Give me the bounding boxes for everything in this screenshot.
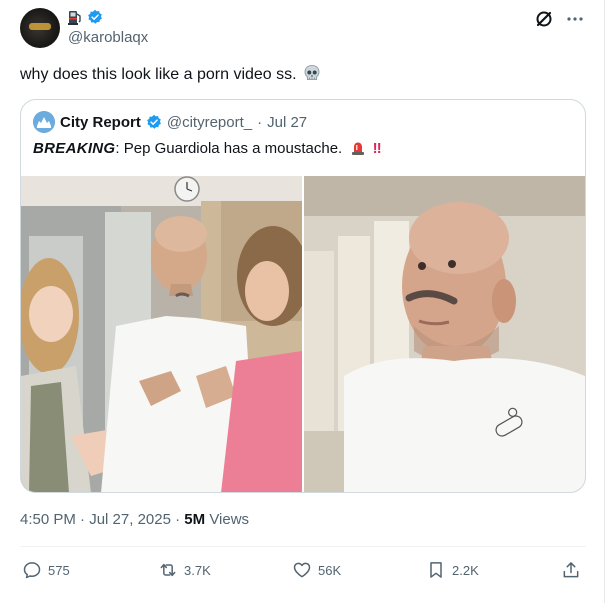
bookmark-button[interactable]: 2.2K [426, 560, 479, 580]
tweet-date[interactable]: Jul 27, 2025 [89, 511, 171, 528]
skull-icon [304, 65, 320, 80]
author-avatar[interactable] [20, 8, 60, 48]
heart-icon [293, 562, 311, 578]
more-icon[interactable] [566, 10, 584, 28]
bookmark-icon [430, 562, 442, 578]
header-actions [534, 9, 584, 29]
verified-badge-icon [146, 114, 161, 129]
repost-icon [160, 563, 176, 577]
quoted-tweet[interactable]: City Report @cityreport_ · Jul 27 BREAKI… [20, 99, 586, 493]
meta-separator: · [175, 511, 181, 528]
reply-icon [23, 562, 41, 579]
tweet-meta: 4:50 PM · Jul 27, 2025 · 5M Views [20, 511, 249, 528]
fuel-pump-icon [68, 10, 81, 25]
police-light-icon [352, 142, 365, 155]
tweet-time[interactable]: 4:50 PM [20, 511, 76, 528]
quote-header: City Report @cityreport_ · Jul 27 [33, 111, 307, 133]
quote-author-handle[interactable]: @cityreport_ [167, 114, 252, 131]
author-badges [68, 9, 103, 25]
quote-avatar[interactable] [33, 111, 55, 133]
verified-badge-icon [88, 9, 102, 24]
reply-button[interactable]: 575 [22, 560, 70, 580]
quote-date[interactable]: Jul 27 [267, 114, 307, 131]
views-label: Views [209, 511, 250, 528]
tweet-text: why does this look like a porn video ss. [20, 64, 321, 85]
like-button[interactable]: 56K [292, 560, 341, 580]
author-handle[interactable]: @karoblaqx [68, 29, 148, 46]
share-icon [563, 562, 579, 578]
quote-media[interactable] [21, 176, 585, 492]
repost-button[interactable]: 3.7K [158, 560, 211, 580]
like-count: 56K [318, 562, 342, 578]
city-report-logo-icon [33, 111, 55, 133]
bookmark-count: 2.2K [452, 562, 479, 578]
quote-author-name[interactable]: City Report [60, 114, 141, 131]
action-bar: 575 3.7K 56K 2.2K [20, 560, 586, 586]
tweet-body: why does this look like a porn video ss. [20, 66, 297, 83]
divider [20, 546, 586, 547]
reply-count: 575 [48, 562, 70, 578]
media-photo-right[interactable] [304, 176, 585, 492]
grok-icon[interactable] [534, 9, 554, 29]
views-count[interactable]: 5M [184, 511, 205, 528]
quote-body: : Pep Guardiola has a moustache. [115, 140, 343, 157]
quote-separator: · [257, 113, 263, 131]
share-button[interactable] [561, 560, 581, 580]
meta-separator: · [80, 511, 86, 528]
media-photo-left[interactable] [21, 176, 302, 492]
repost-count: 3.7K [184, 562, 211, 578]
double-exclamation-icon: ‼ [372, 140, 382, 157]
quote-text: BREAKING: Pep Guardiola has a moustache.… [33, 140, 382, 157]
breaking-label: BREAKING [33, 140, 116, 157]
tweet-card: @karoblaqx why does this look like a por… [0, 0, 605, 603]
